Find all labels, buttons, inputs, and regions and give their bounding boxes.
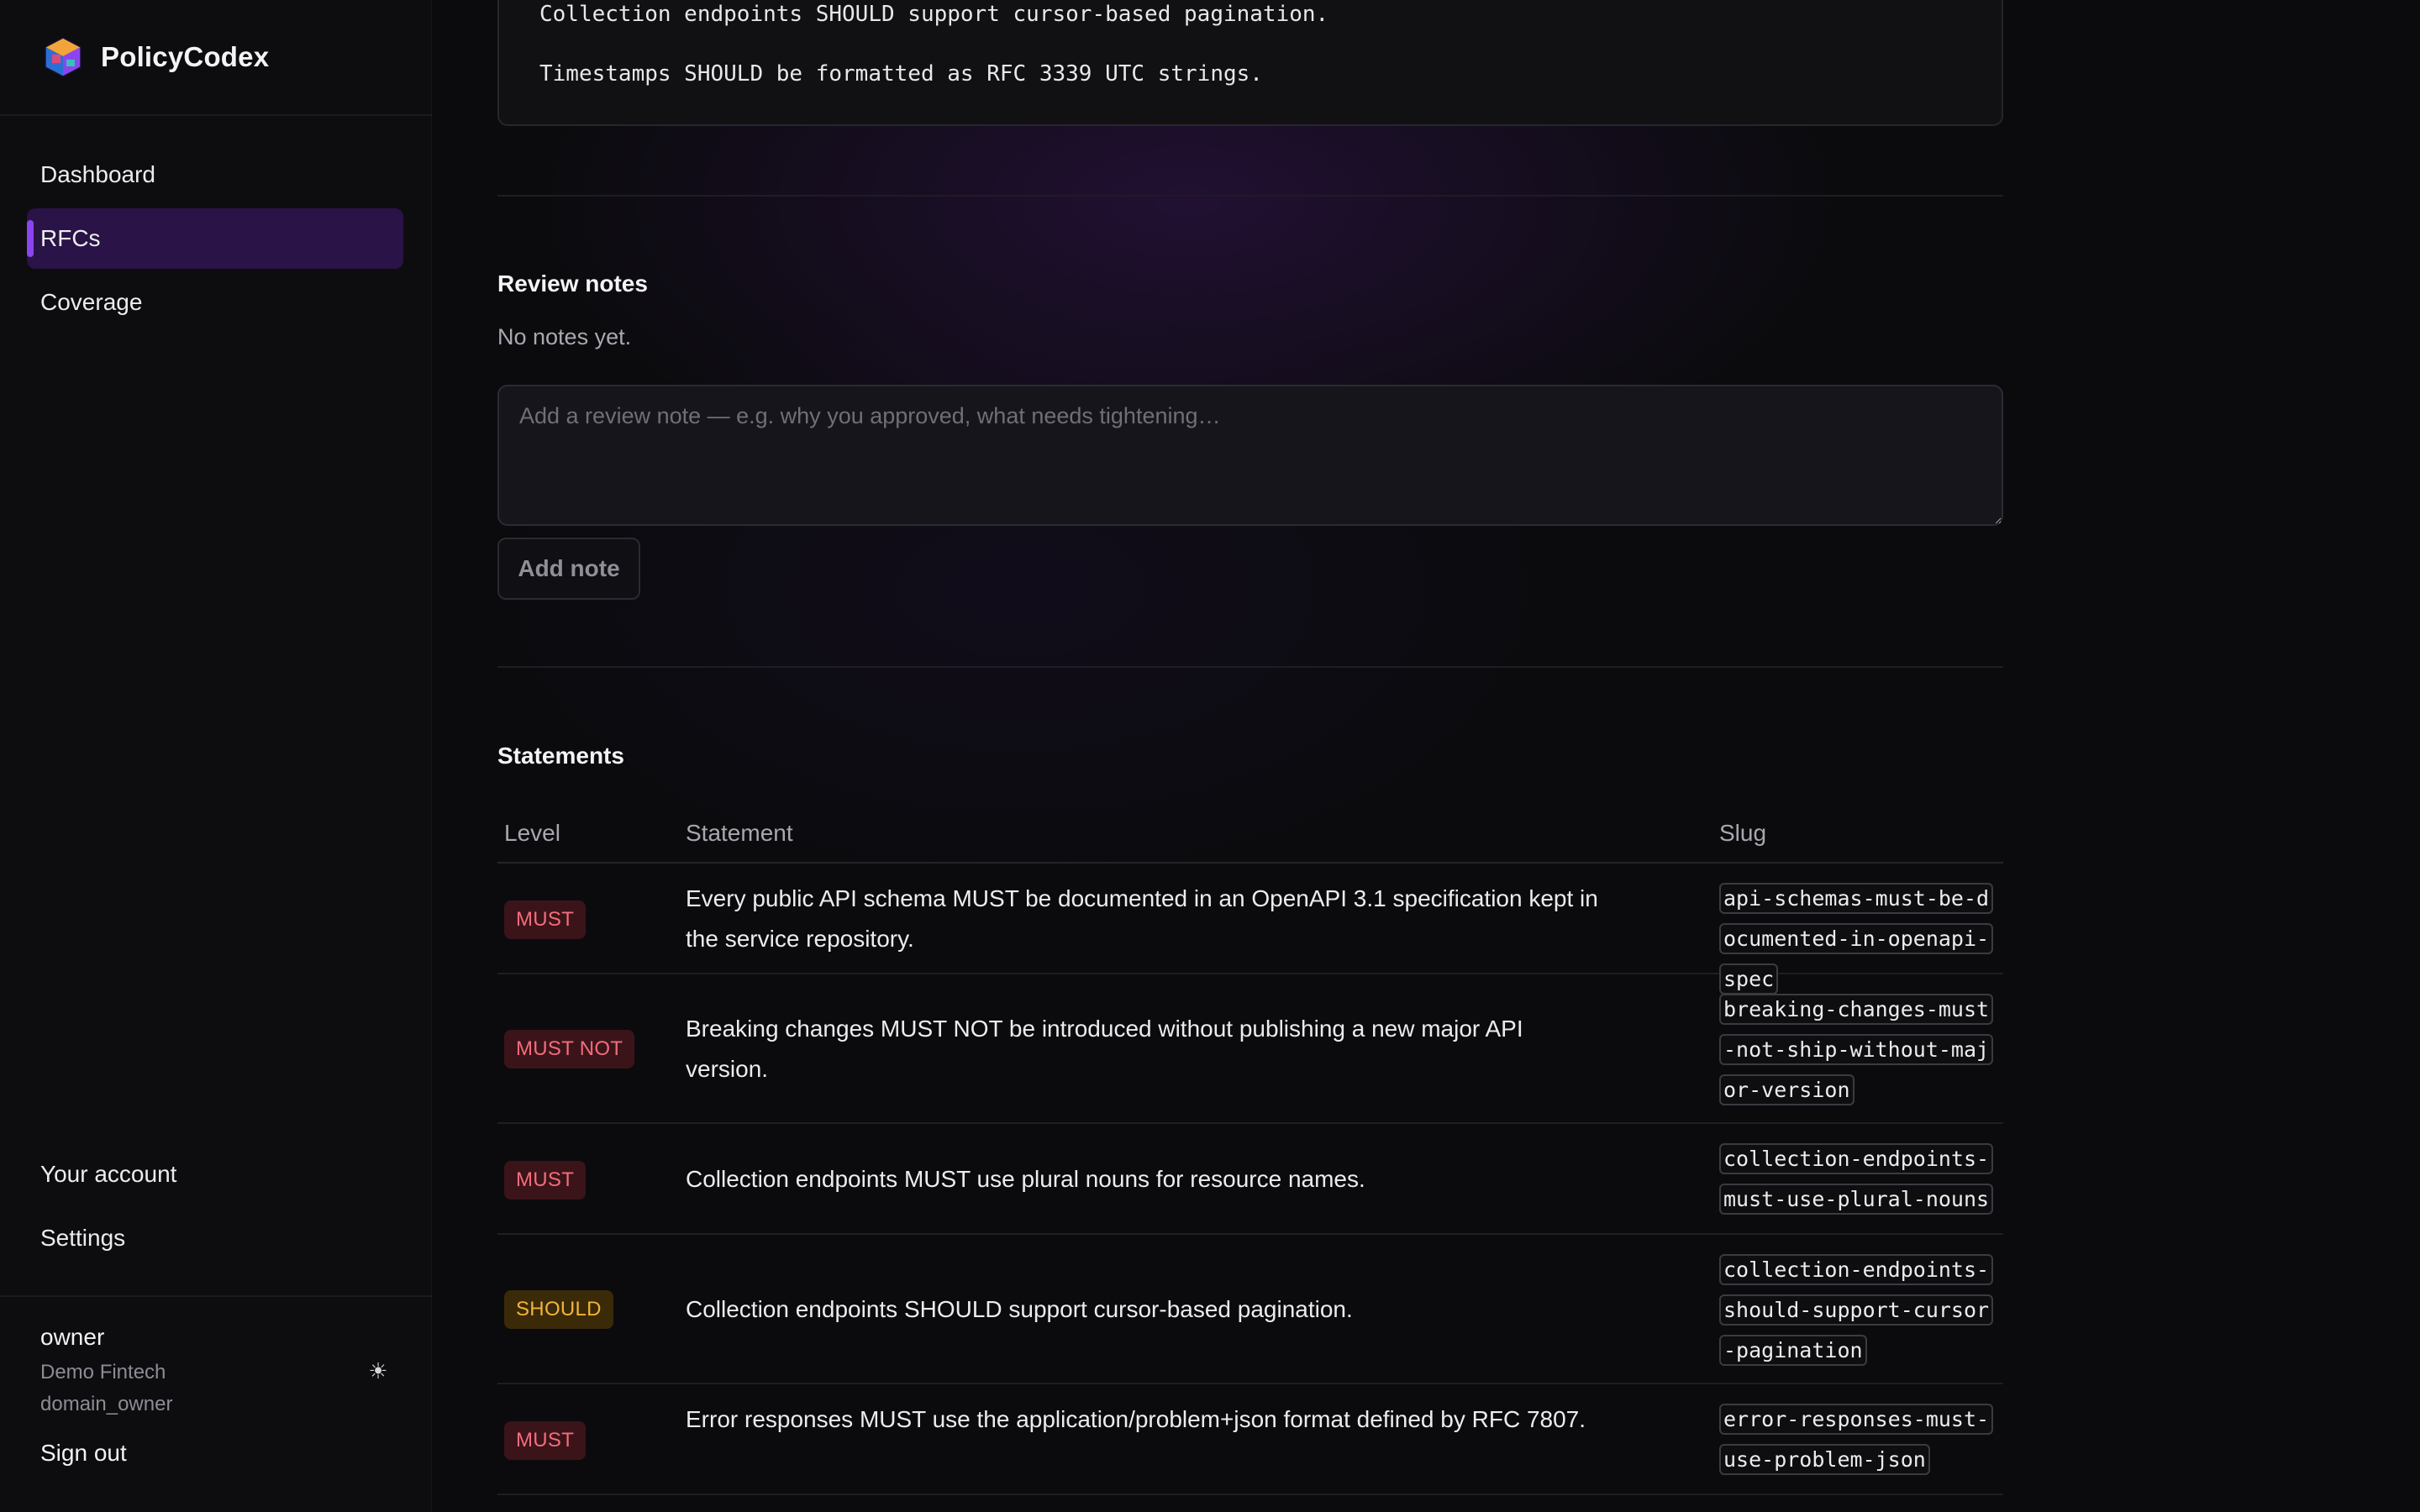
slug-cell: error-responses-must-use-problem-json: [1719, 1399, 2002, 1480]
statement-cell: Collection endpoints SHOULD support curs…: [686, 1296, 1353, 1322]
level-badge: MUST: [504, 900, 587, 939]
nav-item-label: Your account: [40, 1161, 177, 1187]
level-cell: MUST: [504, 900, 587, 939]
user-name: owner: [40, 1324, 105, 1350]
table-row[interactable]: MUST Every public API schema MUST be doc…: [497, 864, 2003, 995]
sign-out-button[interactable]: Sign out: [40, 1440, 127, 1467]
slug-code: collection-endpoints-must-use-plural-nou…: [1719, 1143, 1994, 1215]
rfc-body-line: Timestamps SHOULD be formatted as RFC 33…: [539, 61, 1263, 87]
review-note-input[interactable]: [497, 385, 2003, 526]
level-cell: SHOULD: [504, 1290, 613, 1329]
sun-icon: ☀: [368, 1357, 388, 1383]
slug-code: collection-endpoints-should-support-curs…: [1719, 1254, 1994, 1366]
slug-cell: breaking-changes-must-not-ship-without-m…: [1719, 990, 2002, 1110]
nav-item-dashboard[interactable]: Dashboard: [27, 144, 403, 205]
statement-cell: Breaking changes MUST NOT be introduced …: [686, 1016, 1523, 1082]
nav-item-rfcs[interactable]: RFCs: [27, 208, 403, 269]
rfc-body-code-block: Collection endpoints SHOULD support curs…: [497, 0, 2003, 126]
secondary-nav: Your account Settings: [27, 1144, 403, 1272]
nav-item-label: Dashboard: [40, 161, 155, 187]
nav-item-settings[interactable]: Settings: [27, 1208, 403, 1268]
sidebar-divider: [0, 1295, 432, 1297]
column-header-slug[interactable]: Slug: [1719, 820, 1766, 847]
level-badge: MUST: [504, 1161, 587, 1200]
section-divider: [497, 195, 2003, 197]
user-role: domain_owner: [40, 1393, 173, 1415]
user-org: Demo Fintech: [40, 1361, 166, 1383]
statement-cell: Error responses MUST use the application…: [686, 1406, 1586, 1432]
nav-item-label: Settings: [40, 1225, 126, 1251]
review-notes-title: Review notes: [497, 270, 648, 297]
table-row[interactable]: MUST Error responses MUST use the applic…: [497, 1384, 2003, 1495]
app-window: PolicyCodex Dashboard RFCs Coverage Your…: [0, 0, 2420, 1512]
main-content: Collection endpoints SHOULD support curs…: [432, 0, 2420, 1512]
table-row[interactable]: MUST Collection endpoints MUST use plura…: [497, 1124, 2003, 1235]
statement-cell: Collection endpoints MUST use plural nou…: [686, 1166, 1365, 1192]
sidebar-divider: [0, 114, 432, 116]
statements-table: Level Statement Slug MUST Every public A…: [497, 805, 2003, 1495]
statement-cell: Every public API schema MUST be document…: [686, 885, 1598, 952]
nav-item-label: Coverage: [40, 289, 143, 315]
review-notes-empty: No notes yet.: [497, 324, 632, 349]
nav-item-coverage[interactable]: Coverage: [27, 272, 403, 333]
column-header-level[interactable]: Level: [504, 820, 560, 847]
level-cell: MUST NOT: [504, 1030, 635, 1068]
primary-nav: Dashboard RFCs Coverage: [27, 144, 403, 336]
table-row[interactable]: MUST NOT Breaking changes MUST NOT be in…: [497, 974, 2003, 1124]
section-divider: [497, 666, 2003, 668]
statements-title: Statements: [497, 743, 624, 769]
level-cell: MUST: [504, 1421, 587, 1460]
table-header: Level Statement Slug: [497, 805, 2003, 864]
level-badge: SHOULD: [504, 1290, 613, 1329]
slug-code: breaking-changes-must-not-ship-without-m…: [1719, 994, 1994, 1105]
add-note-button[interactable]: Add note: [497, 538, 640, 600]
level-cell: MUST: [504, 1161, 587, 1200]
nav-item-label: RFCs: [40, 225, 101, 251]
sidebar: PolicyCodex Dashboard RFCs Coverage Your…: [0, 0, 432, 1512]
theme-toggle-button[interactable]: ☀: [363, 1356, 393, 1386]
rfc-body-line: Collection endpoints SHOULD support curs…: [539, 2, 1329, 27]
brand-name: PolicyCodex: [101, 41, 270, 72]
user-block: owner Demo Fintech domain_owner ☀: [40, 1324, 393, 1416]
table-row[interactable]: SHOULD Collection endpoints SHOULD suppo…: [497, 1235, 2003, 1384]
slug-cell: collection-endpoints-must-use-plural-nou…: [1719, 1139, 2002, 1220]
brand[interactable]: PolicyCodex: [40, 34, 269, 81]
column-header-statement[interactable]: Statement: [686, 820, 793, 847]
slug-cell: collection-endpoints-should-support-curs…: [1719, 1250, 2002, 1371]
slug-code: error-responses-must-use-problem-json: [1719, 1404, 1994, 1475]
level-badge: MUST: [504, 1421, 587, 1460]
policycodex-logo-icon: [45, 37, 82, 77]
nav-item-your-account[interactable]: Your account: [27, 1144, 403, 1205]
level-badge: MUST NOT: [504, 1030, 635, 1068]
